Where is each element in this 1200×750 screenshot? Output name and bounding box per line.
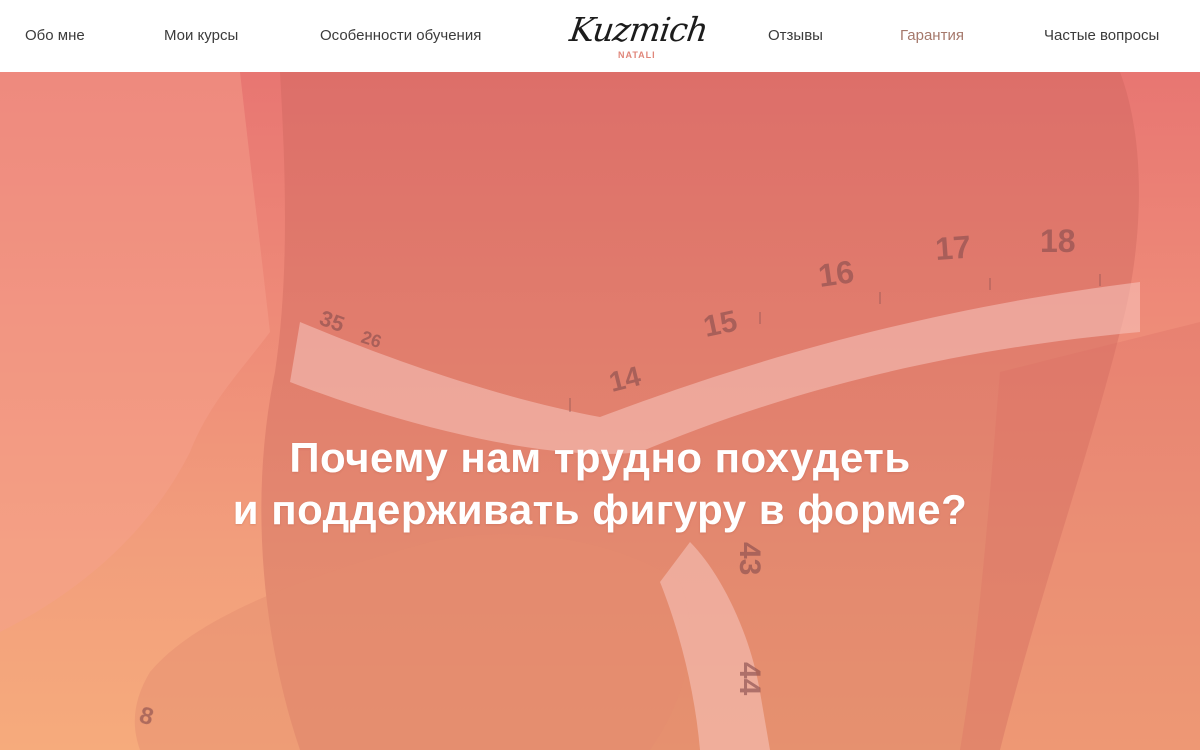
logo-subtitle: NATALI (618, 50, 656, 60)
nav-link-reviews[interactable]: Отзывы (768, 26, 823, 46)
logo-script-text: Kuzmich (567, 10, 710, 49)
nav-link-faq[interactable]: Частые вопросы (1044, 26, 1159, 46)
hero-background-image: 35 26 14 15 16 17 18 43 44 8 (0, 72, 1200, 750)
tape-number: 43 (733, 542, 766, 575)
nav-link-about[interactable]: Обо мне (25, 26, 85, 46)
nav-link-guarantee[interactable]: Гарантия (900, 26, 964, 46)
tape-number: 17 (934, 229, 972, 267)
hero-section: 35 26 14 15 16 17 18 43 44 8 Почему нам … (0, 72, 1200, 750)
hero-heading: Почему нам трудно похудеть и поддерживат… (0, 432, 1200, 536)
top-navigation-bar: Обо мне Мои курсы Особенности обучения K… (0, 0, 1200, 72)
tape-number: 44 (733, 662, 766, 696)
site-logo[interactable]: Kuzmich NATALI (566, 8, 710, 64)
nav-link-features[interactable]: Особенности обучения (320, 26, 481, 46)
tape-number: 18 (1040, 223, 1076, 259)
tape-number: 16 (816, 253, 856, 294)
nav-link-courses[interactable]: Мои курсы (164, 26, 238, 46)
tape-number: 15 (701, 305, 741, 344)
hero-heading-line-2: и поддерживать фигуру в форме? (232, 486, 968, 533)
hero-heading-line-1: Почему нам трудно похудеть (289, 434, 911, 481)
